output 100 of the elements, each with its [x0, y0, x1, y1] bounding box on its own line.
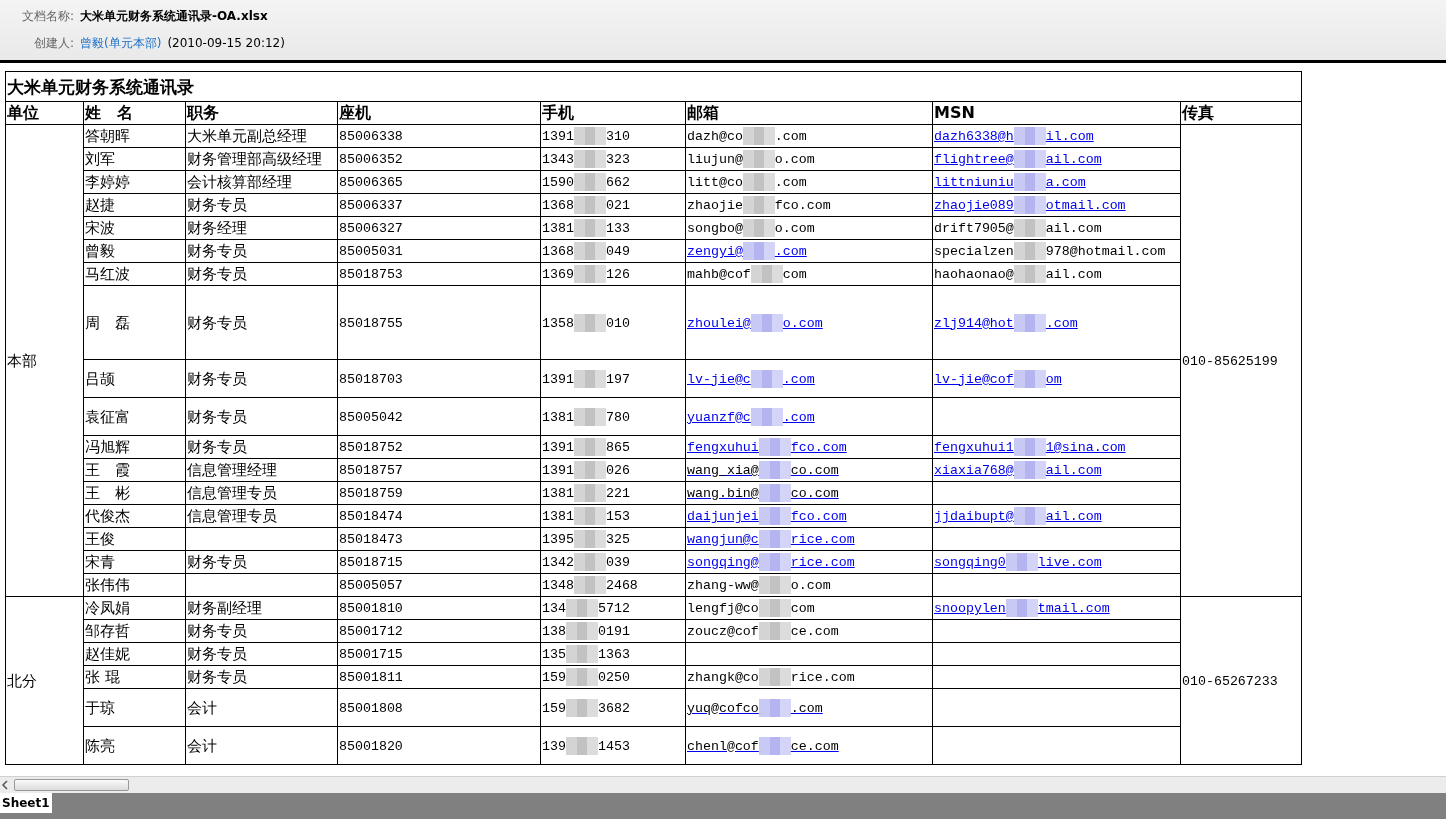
position-cell: 财务专员 — [187, 645, 247, 663]
mobile-cell: 1395 325 — [542, 532, 630, 547]
position-cell: 财务专员 — [187, 622, 247, 640]
email-text: zhang-ww@ o.com — [687, 578, 831, 593]
mobile-cell: 1391 197 — [542, 371, 630, 387]
landline-cell: 85001811 — [339, 670, 403, 685]
mobile-cell: 1358 010 — [542, 315, 630, 331]
name-cell: 答朝晖 — [85, 127, 130, 145]
email-text: lengfj@co com — [687, 601, 815, 616]
creator-label: 创建人: — [32, 35, 74, 52]
fax-cell: 010-65267233 — [1182, 673, 1278, 689]
mobile-cell: 134 5712 — [542, 601, 630, 616]
column-header: 单位 — [7, 103, 39, 122]
email-text: mahb@cof com — [687, 267, 807, 282]
landline-cell: 85005042 — [339, 409, 403, 425]
landline-cell: 85006365 — [339, 175, 403, 190]
landline-cell: 85018753 — [339, 267, 403, 282]
column-header: 邮箱 — [687, 103, 719, 122]
landline-cell: 85018759 — [339, 486, 403, 501]
position-cell: 大米单元副总经理 — [187, 127, 307, 145]
landline-cell: 85018757 — [339, 463, 403, 478]
position-cell: 财务专员 — [187, 265, 247, 283]
position-cell: 财务专员 — [187, 668, 247, 686]
landline-cell: 85001715 — [339, 647, 403, 662]
mobile-cell: 1391 026 — [542, 463, 630, 478]
fax-cell: 010-85625199 — [1182, 353, 1278, 369]
name-cell: 冯旭辉 — [85, 438, 130, 456]
mobile-cell: 1381 153 — [542, 509, 630, 524]
unit-cell: 本部 — [7, 351, 37, 370]
name-cell: 张 琨 — [85, 668, 120, 686]
msn-link[interactable]: zlj914@hot .com — [934, 315, 1078, 331]
position-cell: 财务管理部高级经理 — [187, 150, 322, 168]
email-text: zoucz@cof ce.com — [687, 624, 839, 639]
email-text: liujun@ o.com — [687, 152, 815, 167]
scrollbar-thumb[interactable] — [14, 779, 129, 791]
created-date: (2010-09-15 20:12) — [167, 36, 285, 50]
email-link[interactable]: zhoulei@ o.com — [687, 315, 823, 331]
position-cell: 财务专员 — [187, 196, 247, 214]
name-cell: 吕颉 — [85, 369, 115, 388]
mobile-cell: 1391 865 — [542, 440, 630, 455]
creator-link[interactable]: 曾毅(单元本部) — [80, 35, 162, 52]
name-cell: 王 彬 — [85, 484, 130, 502]
name-cell: 赵佳妮 — [85, 645, 130, 663]
position-cell: 信息管理经理 — [187, 461, 277, 479]
landline-cell: 85018752 — [339, 440, 403, 455]
column-header: 姓 名 — [85, 103, 133, 122]
landline-cell: 85006337 — [339, 198, 403, 213]
mobile-cell: 159 3682 — [542, 700, 630, 716]
sheet-tab[interactable]: Sheet1 — [0, 793, 52, 813]
mobile-cell: 138 0191 — [542, 624, 630, 639]
msn-text: drift7905@ ail.com — [934, 221, 1102, 236]
email-text: dazh@co .com — [687, 129, 807, 144]
email-text: songbo@ o.com — [687, 221, 815, 236]
mobile-cell: 1342 039 — [542, 555, 630, 570]
column-header: 传真 — [1182, 103, 1214, 122]
name-cell: 王俊 — [85, 530, 115, 548]
position-cell: 信息管理专员 — [187, 484, 277, 502]
position-cell: 会计核算部经理 — [187, 173, 292, 191]
column-header: 职务 — [187, 103, 219, 122]
position-cell: 财务专员 — [187, 313, 247, 332]
landline-cell: 85018755 — [339, 315, 403, 331]
name-cell: 王 霞 — [85, 461, 130, 479]
mobile-cell: 1381 221 — [542, 486, 630, 501]
landline-cell: 85018473 — [339, 532, 403, 547]
landline-cell: 85006327 — [339, 221, 403, 236]
position-cell: 信息管理专员 — [187, 507, 277, 525]
mobile-cell: 1381 133 — [542, 221, 630, 236]
name-cell: 马红波 — [85, 265, 130, 283]
name-cell: 于琼 — [85, 698, 115, 717]
mobile-cell: 139 1453 — [542, 738, 630, 754]
name-cell: 李婷婷 — [85, 173, 130, 191]
name-cell: 陈亮 — [85, 736, 115, 755]
scroll-left-icon[interactable] — [0, 779, 10, 791]
mobile-cell: 135 1363 — [542, 647, 630, 662]
mobile-cell: 1348 2468 — [542, 578, 638, 593]
landline-cell: 85001810 — [339, 601, 403, 616]
mobile-cell: 1343 323 — [542, 152, 630, 167]
email-text: zhaojie fco.com — [687, 198, 831, 213]
name-cell: 代俊杰 — [85, 507, 130, 525]
email-text: litt@co .com — [687, 175, 807, 190]
name-cell: 赵捷 — [85, 196, 115, 214]
document-name: 大米单元财务系统通讯录-OA.xlsx — [80, 8, 268, 25]
landline-cell: 85006352 — [339, 152, 403, 167]
position-cell: 财务专员 — [187, 369, 247, 388]
mobile-cell: 1381 780 — [542, 409, 630, 425]
name-cell: 袁征富 — [85, 407, 130, 426]
mobile-cell: 1391 310 — [542, 129, 630, 144]
position-cell: 财务专员 — [187, 407, 247, 426]
position-cell: 财务经理 — [187, 219, 247, 237]
sheet-title: 大米单元财务系统通讯录 — [7, 76, 194, 97]
mobile-cell: 1369 126 — [542, 267, 630, 282]
position-cell: 财务专员 — [187, 242, 247, 260]
email-text: zhangk@co rice.com — [687, 670, 855, 685]
column-header: 座机 — [339, 103, 371, 122]
name-cell: 冷凤娟 — [85, 599, 130, 617]
landline-cell: 85005057 — [339, 578, 403, 593]
msn-text: haohaonao@ ail.com — [934, 267, 1102, 282]
unit-cell: 北分 — [7, 671, 37, 690]
mobile-cell: 1368 049 — [542, 244, 630, 259]
mobile-cell: 159 0250 — [542, 670, 630, 685]
